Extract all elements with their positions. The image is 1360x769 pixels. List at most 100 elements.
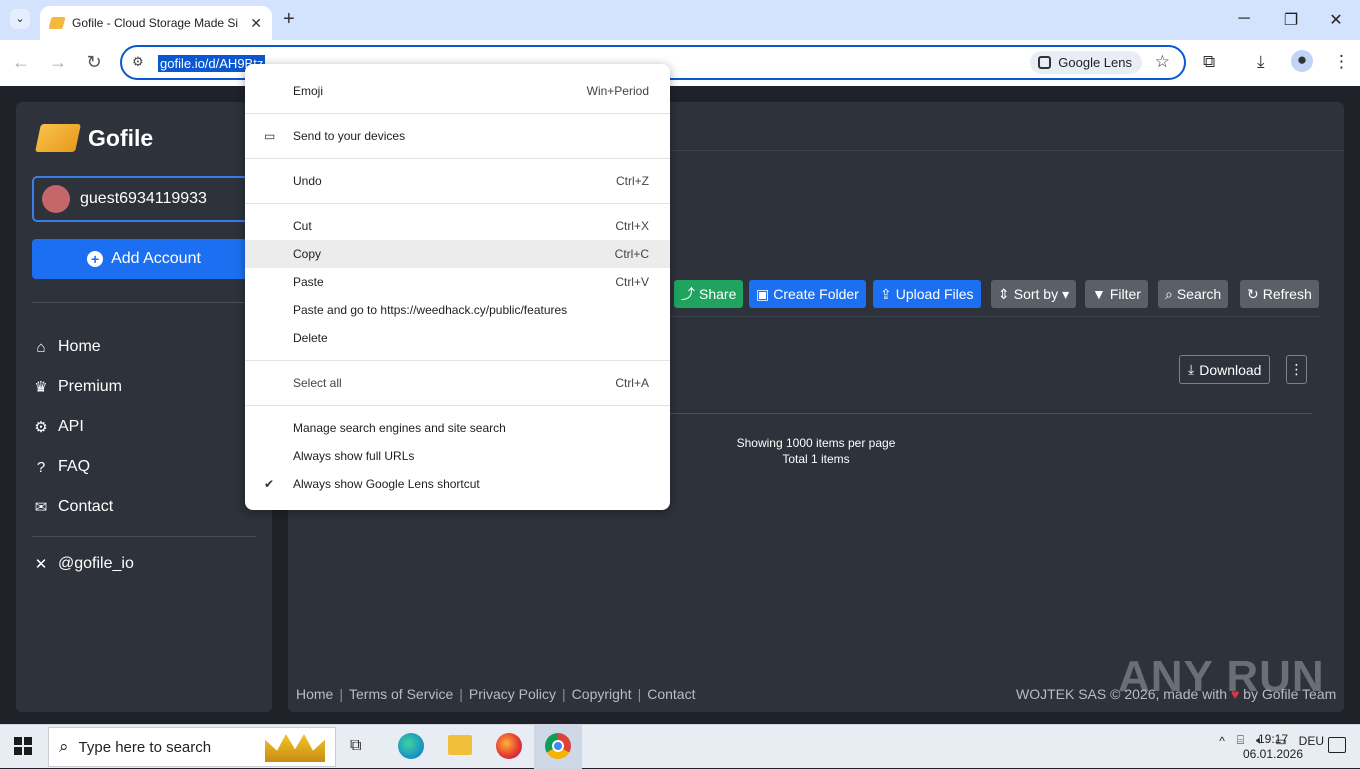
task-view-icon[interactable]: ⧉	[350, 737, 361, 755]
envelope-icon: ✉	[34, 499, 48, 516]
menu-item-label: Select all	[293, 376, 342, 390]
menu-item-paste[interactable]: Paste Ctrl+V	[245, 268, 670, 296]
context-menu: Emoji Win+Period ▭ Send to your devices …	[245, 64, 670, 510]
sidebar-item-label: FAQ	[58, 458, 91, 475]
menu-separator	[245, 203, 670, 204]
menu-item-send-to-devices[interactable]: ▭ Send to your devices	[245, 122, 670, 150]
gofile-logo[interactable]: Gofile	[35, 124, 153, 152]
maximize-icon[interactable]: ❐	[1281, 10, 1301, 30]
sidebar-item-contact[interactable]: ✉ Contact	[32, 498, 113, 516]
filter-icon: ▼	[1092, 286, 1106, 302]
menu-item-show-full-urls[interactable]: Always show full URLs	[245, 442, 670, 470]
new-tab-button[interactable]: +	[283, 8, 295, 31]
bookmark-star-icon[interactable]: ☆	[1155, 52, 1170, 72]
menu-item-shortcut: Ctrl+V	[615, 275, 649, 289]
chrome-icon[interactable]	[545, 733, 571, 759]
reload-icon[interactable]: ↻	[83, 52, 105, 73]
taskbar-search-input[interactable]: ⌕ Type here to search	[48, 727, 336, 767]
edge-icon[interactable]	[398, 733, 424, 759]
close-tab-icon[interactable]: ✕	[250, 15, 262, 32]
menu-item-shortcut: Win+Period	[586, 84, 649, 98]
menu-item-undo[interactable]: Undo Ctrl+Z	[245, 167, 670, 195]
google-lens-icon	[1038, 56, 1052, 69]
footer-links: Home | Terms of Service | Privacy Policy | …	[296, 686, 695, 702]
browser-tab[interactable]: Gofile - Cloud Storage Made Si ✕	[40, 6, 272, 40]
more-options-icon[interactable]: ⋮	[1286, 355, 1307, 384]
create-folder-label: Create Folder	[773, 286, 859, 302]
menu-item-cut[interactable]: Cut Ctrl+X	[245, 212, 670, 240]
folder-plus-icon: ▣	[756, 285, 770, 302]
download-icon[interactable]: ⤓	[1257, 52, 1265, 72]
menu-item-label: Undo	[293, 174, 322, 188]
menu-item-label: Copy	[293, 247, 322, 261]
download-button[interactable]: ⤓ Download	[1179, 355, 1271, 384]
download-label: Download	[1199, 361, 1262, 378]
tab-search-button[interactable]: ⌄	[10, 9, 30, 29]
firefox-icon[interactable]	[496, 733, 522, 759]
avatar	[42, 185, 70, 213]
menu-item-paste-and-go[interactable]: Paste and go to https://weedhack.cy/publ…	[245, 296, 670, 324]
plus-circle-icon: +	[87, 251, 104, 267]
footer-link-home[interactable]: Home	[296, 686, 333, 702]
sort-by-button[interactable]: ⇕ Sort by ▾	[991, 280, 1077, 308]
sort-by-label: Sort by	[1013, 286, 1059, 302]
filter-button[interactable]: ▼ Filter	[1085, 280, 1148, 308]
menu-item-delete[interactable]: Delete	[245, 324, 670, 352]
profile-avatar-icon[interactable]: ●	[1291, 50, 1313, 72]
footer-link-copyright[interactable]: Copyright	[572, 686, 632, 702]
menu-item-manage-search-engines[interactable]: Manage search engines and site search	[245, 414, 670, 442]
menu-item-label: Emoji	[293, 84, 324, 98]
refresh-button[interactable]: ↻ Refresh	[1240, 280, 1319, 308]
menu-item-shortcut: Ctrl+Z	[616, 174, 649, 188]
sidebar-item-twitter[interactable]: ✕ @gofile_io	[32, 555, 134, 573]
upload-files-button[interactable]: ⇪ Upload Files	[873, 280, 981, 308]
browser-menu-icon[interactable]: ⋮	[1333, 52, 1350, 72]
devices-icon: ▭	[264, 129, 276, 143]
sidebar-item-faq[interactable]: ? FAQ	[32, 458, 90, 476]
notification-center-icon[interactable]	[1328, 737, 1346, 753]
menu-item-copy[interactable]: Copy Ctrl+C	[245, 240, 670, 268]
windows-start-icon[interactable]	[14, 737, 32, 755]
footer-link-privacy[interactable]: Privacy Policy	[469, 686, 556, 702]
sidebar-item-premium[interactable]: ♛ Premium	[32, 378, 122, 396]
menu-item-label: Paste and go to https://weedhack.cy/publ…	[293, 303, 568, 317]
account-name: guest6934119933	[80, 190, 207, 207]
forward-icon[interactable]: →	[47, 52, 69, 73]
site-info-icon[interactable]: ⚙	[132, 54, 144, 70]
divider	[670, 316, 1320, 317]
create-folder-button[interactable]: ▣ Create Folder	[749, 280, 866, 308]
menu-item-show-lens-shortcut[interactable]: ✔ Always show Google Lens shortcut	[245, 470, 670, 498]
menu-item-emoji[interactable]: Emoji Win+Period	[245, 77, 670, 105]
menu-item-select-all[interactable]: Select all Ctrl+A	[245, 369, 670, 397]
browser-tab-strip: ⌄ Gofile - Cloud Storage Made Si ✕ + ─ ❐…	[0, 0, 1360, 40]
menu-separator	[245, 113, 670, 114]
clock[interactable]: 19:17 06.01.2026	[1238, 732, 1308, 762]
account-selector[interactable]: guest6934119933	[32, 176, 256, 222]
footer-link-contact[interactable]: Contact	[647, 686, 695, 702]
items-per-page-text: Showing 1000 items per page	[736, 436, 896, 450]
back-icon[interactable]: ←	[10, 52, 32, 73]
tab-title: Gofile - Cloud Storage Made Si	[72, 16, 239, 30]
menu-item-label: Always show full URLs	[293, 449, 415, 463]
menu-item-label: Paste	[293, 275, 324, 289]
sidebar-item-home[interactable]: ⌂ Home	[32, 338, 100, 356]
google-lens-button[interactable]: Google Lens	[1030, 51, 1142, 74]
extensions-icon[interactable]: ⧉	[1203, 52, 1215, 72]
add-account-label: Add Account	[111, 250, 201, 267]
footer-link-terms[interactable]: Terms of Service	[349, 686, 453, 702]
sidebar-item-label: Premium	[58, 378, 123, 395]
chevron-up-icon[interactable]: ^	[1219, 734, 1225, 748]
upload-files-label: Upload Files	[895, 286, 974, 302]
share-label: Share	[699, 286, 737, 302]
separator: |	[562, 686, 566, 702]
search-label: Search	[1176, 286, 1222, 302]
sidebar-item-api[interactable]: ⚙ API	[32, 418, 84, 436]
add-account-button[interactable]: + Add Account	[32, 239, 256, 279]
share-button[interactable]: ⤴ Share	[674, 280, 744, 308]
filter-label: Filter	[1109, 286, 1141, 302]
close-window-icon[interactable]: ✕	[1326, 10, 1346, 30]
search-button[interactable]: ⌕ Search	[1158, 280, 1229, 308]
file-explorer-icon[interactable]	[448, 735, 472, 755]
minimize-icon[interactable]: ─	[1234, 10, 1254, 28]
search-icon: ⌕	[1165, 285, 1173, 302]
